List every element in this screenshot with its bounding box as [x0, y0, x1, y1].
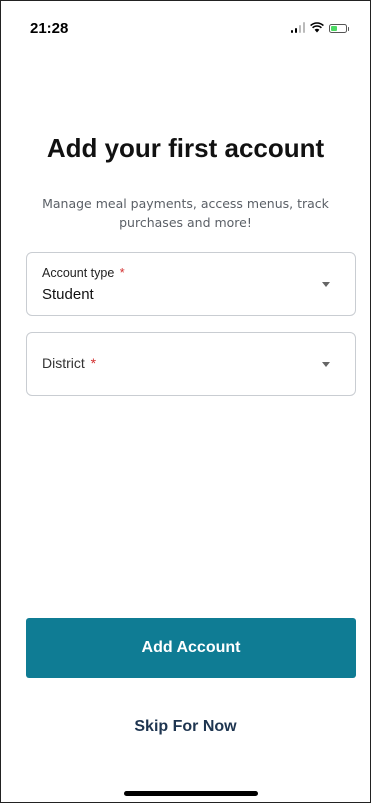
status-bar: 21:28 — [0, 0, 371, 52]
district-label-row: District * — [42, 355, 96, 371]
status-icons — [290, 22, 349, 33]
chevron-down-icon — [322, 282, 330, 287]
district-select[interactable]: District * — [26, 332, 356, 396]
phone-frame — [0, 0, 371, 803]
required-indicator: * — [90, 355, 97, 371]
district-label: District — [42, 355, 85, 371]
account-type-label: Account type — [42, 266, 115, 280]
status-time: 21:28 — [30, 20, 69, 37]
page-title: Add your first account — [46, 133, 325, 163]
skip-for-now-link[interactable]: Skip For Now — [0, 718, 371, 736]
required-indicator: * — [119, 266, 125, 280]
signal-icon — [290, 22, 305, 33]
add-account-button[interactable]: Add Account — [26, 618, 356, 678]
chevron-down-icon — [322, 362, 330, 367]
account-type-value: Student — [42, 286, 94, 303]
home-indicator — [124, 791, 258, 796]
wifi-icon — [310, 22, 324, 33]
account-type-select[interactable]: Account type * Student — [26, 252, 356, 316]
account-type-label-row: Account type * — [42, 266, 125, 280]
battery-charging-icon — [329, 24, 349, 33]
page-subtitle: Manage meal payments, access menus, trac… — [42, 196, 329, 230]
